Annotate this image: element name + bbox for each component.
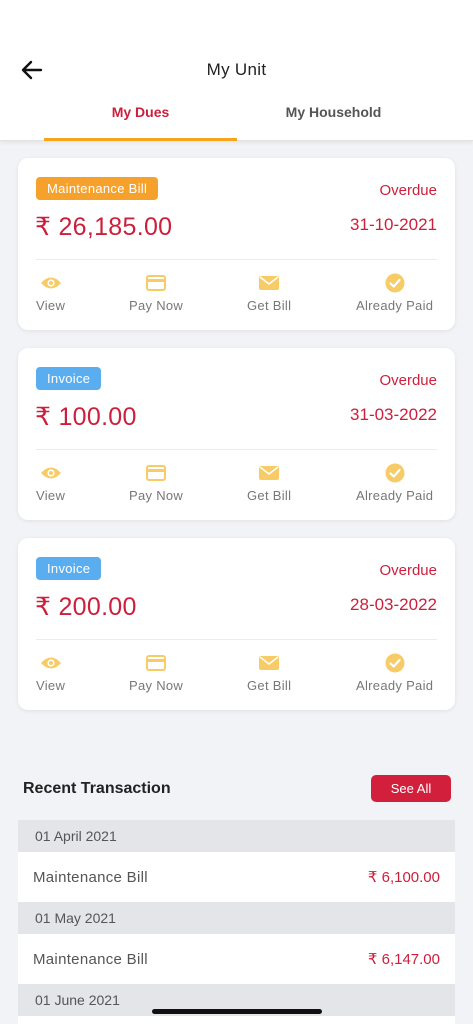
view-label: View bbox=[36, 488, 66, 503]
card-icon bbox=[145, 273, 167, 293]
due-card: Invoice Overdue ₹ 100.00 31-03-2022 View… bbox=[18, 348, 455, 520]
active-tab-indicator bbox=[44, 138, 237, 141]
card-divider bbox=[36, 639, 437, 640]
card-divider bbox=[36, 259, 437, 260]
view-label: View bbox=[36, 678, 66, 693]
card-icon bbox=[145, 463, 167, 483]
due-status: Overdue bbox=[379, 182, 437, 199]
view-button[interactable]: View bbox=[36, 653, 65, 693]
already-paid-button[interactable]: Already Paid bbox=[356, 273, 433, 313]
view-button[interactable]: View bbox=[36, 463, 65, 503]
due-status: Overdue bbox=[379, 562, 437, 579]
eye-icon bbox=[40, 273, 62, 293]
mail-icon bbox=[258, 463, 280, 483]
view-label: View bbox=[36, 298, 66, 313]
check-circle-icon bbox=[384, 273, 406, 293]
recent-transaction-title: Recent Transaction bbox=[23, 780, 171, 797]
pay-now-label: Pay Now bbox=[129, 678, 184, 693]
pay-now-button[interactable]: Pay Now bbox=[129, 653, 183, 693]
already-paid-label: Already Paid bbox=[356, 488, 434, 503]
transaction-amount: ₹ 6,147.00 bbox=[367, 951, 440, 968]
due-card: Maintenance Bill Overdue ₹ 26,185.00 31-… bbox=[18, 158, 455, 330]
pay-now-label: Pay Now bbox=[129, 488, 184, 503]
transaction-amount: ₹ 6,100.00 bbox=[367, 869, 440, 886]
due-date: 28-03-2022 bbox=[350, 595, 437, 614]
home-indicator bbox=[152, 1009, 322, 1014]
get-bill-label: Get Bill bbox=[247, 678, 292, 693]
get-bill-label: Get Bill bbox=[247, 488, 292, 503]
transaction-row bbox=[18, 1016, 455, 1024]
due-card: Invoice Overdue ₹ 200.00 28-03-2022 View… bbox=[18, 538, 455, 710]
pay-now-label: Pay Now bbox=[129, 298, 184, 313]
transaction-name: Maintenance Bill bbox=[33, 868, 148, 886]
get-bill-button[interactable]: Get Bill bbox=[247, 273, 291, 313]
already-paid-button[interactable]: Already Paid bbox=[356, 653, 433, 693]
bill-type-badge: Maintenance Bill bbox=[36, 177, 159, 200]
check-circle-icon bbox=[384, 463, 406, 483]
card-divider bbox=[36, 449, 437, 450]
already-paid-button[interactable]: Already Paid bbox=[356, 463, 433, 503]
due-amount: ₹ 26,185.00 bbox=[35, 213, 173, 241]
transaction-row[interactable]: Maintenance Bill ₹ 6,147.00 bbox=[18, 934, 455, 984]
bill-type-badge: Invoice bbox=[36, 367, 102, 390]
bill-type-badge: Invoice bbox=[36, 557, 102, 580]
due-date: 31-03-2022 bbox=[350, 405, 437, 424]
already-paid-label: Already Paid bbox=[356, 678, 434, 693]
pay-now-button[interactable]: Pay Now bbox=[129, 463, 183, 503]
app-header: My Unit My Dues My Household bbox=[0, 0, 473, 141]
pay-now-button[interactable]: Pay Now bbox=[129, 273, 183, 313]
transaction-name: Maintenance Bill bbox=[33, 950, 148, 968]
due-amount: ₹ 100.00 bbox=[35, 403, 137, 431]
card-icon bbox=[145, 653, 167, 673]
tab-my-dues[interactable]: My Dues bbox=[44, 104, 237, 141]
check-circle-icon bbox=[384, 653, 406, 673]
mail-icon bbox=[258, 273, 280, 293]
eye-icon bbox=[40, 653, 62, 673]
due-date: 31-10-2021 bbox=[350, 215, 437, 234]
due-status: Overdue bbox=[379, 372, 437, 389]
due-amount: ₹ 200.00 bbox=[35, 593, 137, 621]
transaction-date-header: 01 May 2021 bbox=[18, 902, 455, 934]
transaction-date-header: 01 April 2021 bbox=[18, 820, 455, 852]
see-all-button[interactable]: See All bbox=[371, 775, 451, 802]
already-paid-label: Already Paid bbox=[356, 298, 434, 313]
tab-my-household[interactable]: My Household bbox=[237, 104, 430, 141]
get-bill-label: Get Bill bbox=[247, 298, 292, 313]
mail-icon bbox=[258, 653, 280, 673]
page-title: My Unit bbox=[206, 60, 267, 79]
transaction-row[interactable]: Maintenance Bill ₹ 6,100.00 bbox=[18, 852, 455, 902]
get-bill-button[interactable]: Get Bill bbox=[247, 463, 291, 503]
get-bill-button[interactable]: Get Bill bbox=[247, 653, 291, 693]
eye-icon bbox=[40, 463, 62, 483]
view-button[interactable]: View bbox=[36, 273, 65, 313]
